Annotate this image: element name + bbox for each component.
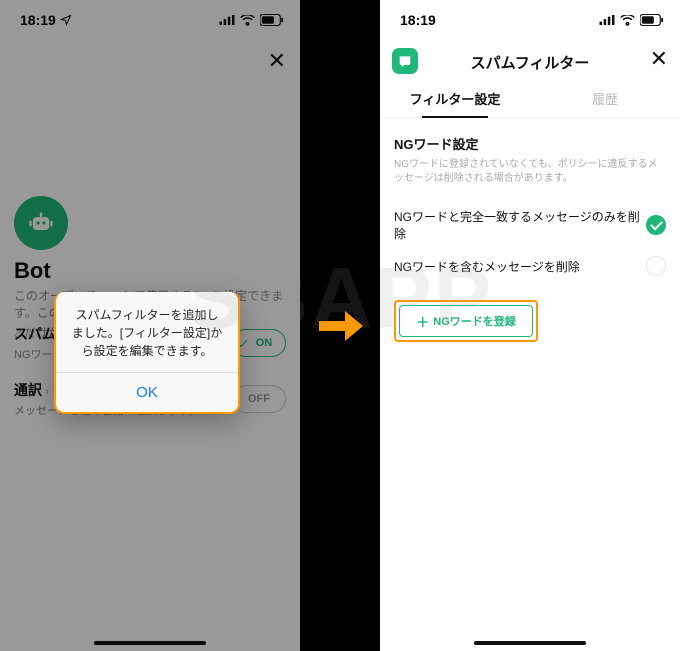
option-contains-label: NGワードを含むメッセージを削除: [394, 258, 580, 275]
app-icon[interactable]: [392, 48, 418, 74]
add-ngword-label: NGワードを登録: [433, 313, 516, 329]
radio-unchecked-icon[interactable]: [646, 256, 666, 276]
tab-history[interactable]: 履歴: [530, 80, 680, 117]
tab-filter-settings[interactable]: フィルター設定: [380, 80, 530, 117]
alert-message: スパムフィルターを追加しました。[フィルター設定]から設定を編集できます。: [56, 292, 238, 372]
status-time: 18:19: [400, 12, 436, 28]
transition-gap: [300, 0, 380, 651]
close-icon[interactable]: ✕: [650, 46, 668, 72]
filter-settings-body: NGワード設定 NGワードに登録されていなくても、ポリシーに違反するメッセージは…: [380, 118, 680, 358]
status-bar: 18:19: [380, 0, 680, 40]
home-indicator[interactable]: [474, 641, 586, 645]
page-title: スパムフィルター: [471, 52, 590, 73]
ngword-section-description: NGワードに登録されていなくても、ポリシーに違反するメッセージは削除される場合が…: [394, 158, 666, 186]
option-exact-match-label: NGワードと完全一致するメッセージのみを削除: [394, 208, 646, 242]
alert-ok-button[interactable]: OK: [56, 373, 238, 412]
option-contains[interactable]: NGワードを含むメッセージを削除: [394, 250, 666, 284]
right-phone-screen: 18:19 スパムフィルター ✕ フィルター設定: [380, 0, 680, 651]
option-exact-match[interactable]: NGワードと完全一致するメッセージのみを削除: [394, 202, 666, 250]
tabs: フィルター設定 履歴: [380, 80, 680, 118]
page-header: スパムフィルター ✕: [380, 44, 680, 80]
radio-checked-icon[interactable]: [646, 215, 666, 235]
arrow-right-icon: [319, 315, 361, 337]
wifi-icon: [620, 15, 635, 26]
left-phone-screen: 18:19 ✕: [0, 0, 300, 651]
add-ngword-highlight: ＋ NGワードを登録: [394, 300, 538, 342]
alert-dialog: スパムフィルターを追加しました。[フィルター設定]から設定を編集できます。 OK: [54, 292, 240, 414]
cellular-signal-icon: [599, 15, 615, 25]
ngword-section-title: NGワード設定: [394, 134, 666, 153]
plus-icon: ＋: [416, 312, 429, 331]
battery-icon: [640, 14, 664, 26]
add-ngword-button[interactable]: ＋ NGワードを登録: [399, 305, 533, 337]
